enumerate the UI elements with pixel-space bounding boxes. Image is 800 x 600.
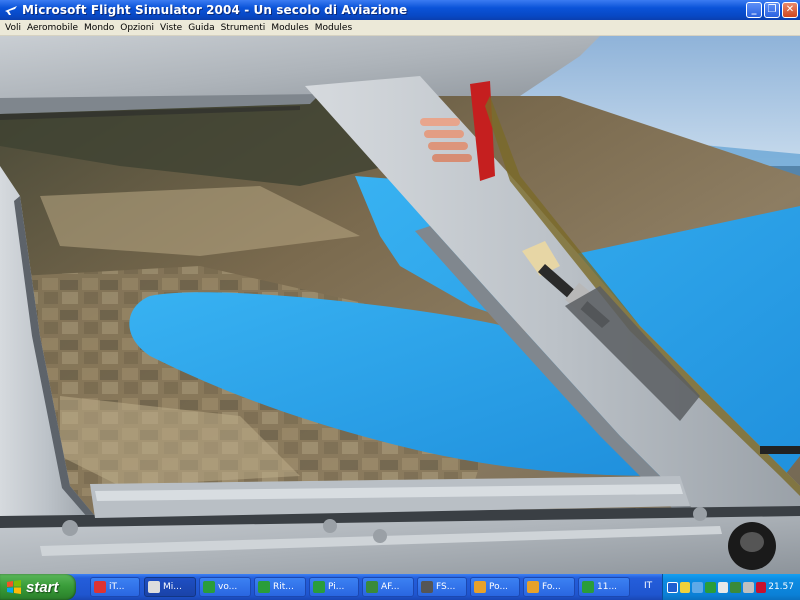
- taskbar-item-6[interactable]: AF...: [362, 577, 414, 597]
- taskbar-item-4[interactable]: Rit...: [254, 577, 306, 597]
- app-icon: [366, 581, 378, 593]
- menu-strumenti[interactable]: Strumenti: [218, 23, 269, 33]
- menu-viste[interactable]: Viste: [157, 23, 185, 33]
- taskbar-item-7[interactable]: FS...: [417, 577, 467, 597]
- close-icon: ✕: [785, 4, 795, 15]
- clock[interactable]: 21.57: [768, 582, 794, 592]
- minimize-icon: _: [751, 4, 757, 15]
- menu-voli[interactable]: Voli: [2, 23, 24, 33]
- app-icon: [148, 581, 160, 593]
- tray-icon[interactable]: [704, 581, 716, 593]
- menu-modules-2[interactable]: Modules: [312, 23, 355, 33]
- app-icon: [94, 581, 106, 593]
- app-icon: [421, 581, 433, 593]
- taskbar-item-8[interactable]: Po...: [470, 577, 520, 597]
- menu-bar: Voli Aeromobile Mondo Opzioni Viste Guid…: [0, 20, 800, 36]
- window-title: Microsoft Flight Simulator 2004 - Un sec…: [22, 3, 408, 17]
- menu-mondo[interactable]: Mondo: [81, 23, 117, 33]
- menu-aeromobile[interactable]: Aeromobile: [24, 23, 81, 33]
- language-indicator[interactable]: IT: [644, 581, 652, 591]
- app-icon: [474, 581, 486, 593]
- ati-icon[interactable]: [755, 581, 767, 593]
- simulator-viewport[interactable]: [0, 36, 800, 574]
- taskbar-item-2[interactable]: Mi...: [144, 577, 196, 597]
- menu-modules-1[interactable]: Modules: [268, 23, 311, 33]
- taskbar: start iT... Mi... vo... Rit... Pi... AF.…: [0, 574, 800, 600]
- close-button[interactable]: ✕: [782, 2, 798, 18]
- app-icon: [203, 581, 215, 593]
- taskbar-item-3[interactable]: vo...: [199, 577, 251, 597]
- network-icon[interactable]: [692, 581, 703, 593]
- restore-button[interactable]: ❐: [764, 2, 780, 18]
- menu-opzioni[interactable]: Opzioni: [117, 23, 157, 33]
- app-icon: [258, 581, 270, 593]
- warning-icon[interactable]: [679, 581, 691, 593]
- start-label: start: [26, 578, 59, 596]
- tray-icon[interactable]: [717, 581, 729, 593]
- menu-guida[interactable]: Guida: [185, 23, 217, 33]
- speaker-icon[interactable]: [742, 581, 754, 593]
- taskbar-item-1[interactable]: iT...: [90, 577, 140, 597]
- app-icon: [527, 581, 539, 593]
- taskbar-item-10[interactable]: 11...: [578, 577, 630, 597]
- window-controls: _ ❐ ✕: [746, 2, 798, 18]
- app-icon: [313, 581, 325, 593]
- restore-icon: ❐: [767, 4, 777, 15]
- taskbar-item-5[interactable]: Pi...: [309, 577, 359, 597]
- title-bar[interactable]: Microsoft Flight Simulator 2004 - Un sec…: [0, 0, 800, 20]
- start-button[interactable]: start: [0, 574, 76, 600]
- cockpit-scene: [0, 36, 800, 574]
- tray-icon[interactable]: [730, 581, 741, 593]
- system-tray: 21.57: [662, 574, 800, 600]
- tray-icon[interactable]: [667, 581, 678, 593]
- taskbar-item-9[interactable]: Fo...: [523, 577, 575, 597]
- windows-flag-icon: [7, 580, 21, 594]
- minimize-button[interactable]: _: [746, 2, 762, 18]
- flight-simulator-app-icon[interactable]: [3, 2, 19, 18]
- app-icon: [582, 581, 594, 593]
